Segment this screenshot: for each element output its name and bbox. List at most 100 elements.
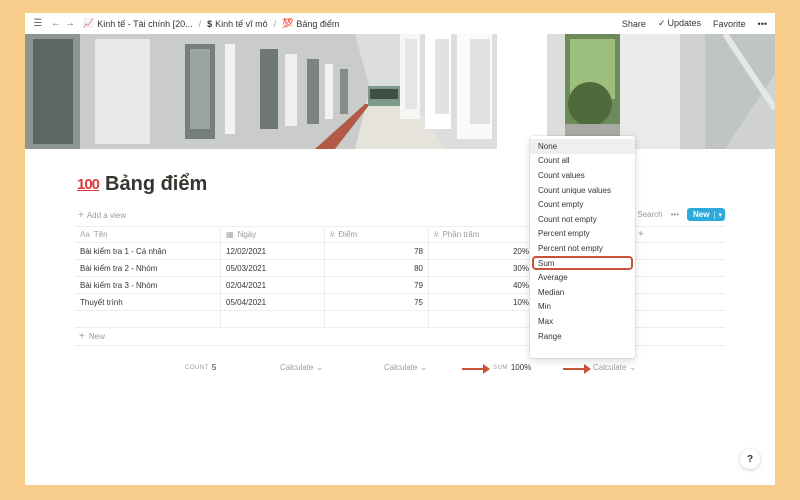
cell-percent[interactable]: 30% [429, 260, 535, 276]
top-bar: ☰ ← → 📈 Kinh tế - Tài chính [20... / $ K… [25, 13, 775, 34]
add-view-button[interactable]: + Add a view [78, 210, 126, 221]
cell-percent[interactable]: 10% [429, 294, 535, 310]
page-title-text[interactable]: Bảng điểm [105, 173, 207, 196]
menu-item-sum[interactable]: Sum [532, 255, 633, 271]
topbar-actions: Share ✓ Updates Favorite ••• [622, 18, 775, 29]
menu-item-count-unique-values[interactable]: Count unique values [530, 183, 635, 198]
menu-item-max[interactable]: Max [530, 314, 635, 329]
menu-item-average[interactable]: Average [530, 270, 635, 285]
column-label: Ngày [237, 230, 257, 239]
breadcrumb-separator: / [198, 18, 202, 29]
cell-date[interactable]: 05/03/2021 [221, 260, 325, 276]
breadcrumb-label: Bảng điểm [296, 18, 340, 29]
count-value: 5 [211, 363, 217, 372]
cell-name[interactable]: Bài kiểm tra 1 - Cá nhân [75, 243, 221, 259]
cell-empty[interactable] [221, 311, 325, 327]
favorite-button[interactable]: Favorite [713, 19, 746, 29]
cell-score[interactable]: 80 [325, 260, 429, 276]
page-title: 100 Bảng điểm [77, 173, 207, 196]
cell-date[interactable]: 02/04/2021 [221, 277, 325, 293]
updates-label: Updates [667, 18, 702, 28]
breadcrumb-item-finance[interactable]: 📈 Kinh tế - Tài chính [20... [83, 18, 193, 29]
menu-item-percent-not-empty[interactable]: Percent not empty [530, 241, 635, 256]
corridor-cover-illustration [25, 34, 775, 149]
menu-item-count-empty[interactable]: Count empty [530, 197, 635, 212]
menu-item-min[interactable]: Min [530, 300, 635, 315]
count-calculation[interactable]: COUNT 5 [185, 363, 216, 372]
menu-icon[interactable]: ☰ [31, 17, 45, 31]
add-column-button[interactable]: + [633, 227, 725, 242]
date-calculate-button[interactable]: Calculate ⌄ [280, 363, 323, 372]
dollar-icon: $ [207, 18, 213, 29]
cell-score[interactable]: 75 [325, 294, 429, 310]
menu-item-percent-empty[interactable]: Percent empty [530, 227, 635, 242]
menu-item-none[interactable]: None [530, 139, 635, 154]
plus-icon: + [79, 331, 85, 342]
cell-date[interactable]: 05/04/2021 [221, 294, 325, 310]
column-header-score[interactable]: # Điểm [325, 227, 429, 242]
new-label: New [693, 210, 710, 219]
red-arrow-icon [563, 364, 591, 374]
share-button[interactable]: Share [622, 19, 646, 29]
count-label: COUNT [185, 364, 209, 371]
cell-empty [633, 294, 725, 310]
column-header-percent[interactable]: # Phần trăm [429, 227, 535, 242]
red-arrow-icon [462, 364, 490, 374]
plus-icon: + [78, 210, 84, 221]
cell-empty [633, 260, 725, 276]
text-property-icon: Aa [80, 230, 90, 239]
calculate-label: Calculate [593, 363, 627, 372]
menu-item-range[interactable]: Range [530, 329, 635, 344]
add-view-label: Add a view [86, 211, 126, 220]
back-arrow-icon[interactable]: ← [49, 17, 63, 31]
cell-name[interactable]: Thuyết trình [75, 294, 221, 310]
number-icon: # [330, 230, 335, 239]
menu-item-count-not-empty[interactable]: Count not empty [530, 212, 635, 227]
plus-icon: + [638, 229, 644, 240]
chevron-down-icon: ⌄ [420, 363, 428, 372]
search-button[interactable]: ⌕ Search [631, 210, 663, 220]
cell-empty [633, 277, 725, 293]
cell-date[interactable]: 12/02/2021 [221, 243, 325, 259]
column-header-name[interactable]: Aa Tên [75, 227, 221, 242]
cell-empty[interactable] [429, 311, 535, 327]
calculation-row: COUNT 5 Calculate ⌄ Calculate ⌄ SUM 100%… [75, 363, 725, 375]
breadcrumb-item-macro[interactable]: $ Kinh tế vĩ mô [207, 19, 268, 29]
notion-window: ☰ ← → 📈 Kinh tế - Tài chính [20... / $ K… [25, 13, 775, 485]
column-label: Phần trăm [442, 230, 480, 239]
cell-percent[interactable]: 20% [429, 243, 535, 259]
calculate-label: Calculate [280, 363, 314, 372]
cell-empty [633, 243, 725, 259]
hundred-emoji-icon: 100 [77, 176, 100, 193]
extra-calculate-button[interactable]: Calculate ⌄ [593, 363, 636, 372]
cell-percent[interactable]: 40% [429, 277, 535, 293]
breadcrumb-item-scores[interactable]: 💯 Bảng điểm [282, 18, 339, 29]
sum-calculation[interactable]: SUM 100% [493, 363, 531, 372]
cell-empty[interactable] [325, 311, 429, 327]
cell-name[interactable]: Bài kiểm tra 3 - Nhóm [75, 277, 221, 293]
cell-score[interactable]: 78 [325, 243, 429, 259]
breadcrumb-label: Kinh tế - Tài chính [20... [97, 18, 193, 29]
chevron-down-icon: ⌄ [629, 363, 637, 372]
database-toolbar: ⌕ Search ••• New ▾ [631, 208, 725, 221]
menu-item-count-values[interactable]: Count values [530, 168, 635, 183]
cell-empty[interactable] [75, 311, 221, 327]
add-row-label: New [88, 332, 105, 341]
cover-image [25, 34, 775, 149]
calendar-icon: ▦ [226, 230, 234, 239]
menu-item-count-all[interactable]: Count all [530, 154, 635, 169]
more-options-button[interactable]: ••• [758, 19, 767, 29]
menu-item-median[interactable]: Median [530, 285, 635, 300]
column-label: Điểm [338, 230, 358, 239]
toolbar-more-button[interactable]: ••• [671, 210, 679, 219]
new-button[interactable]: New ▾ [687, 208, 725, 221]
column-header-date[interactable]: ▦ Ngày [221, 227, 325, 242]
cell-name[interactable]: Bài kiểm tra 2 - Nhóm [75, 260, 221, 276]
updates-button[interactable]: ✓ Updates [658, 18, 701, 29]
cell-score[interactable]: 79 [325, 277, 429, 293]
score-calculate-button[interactable]: Calculate ⌄ [384, 363, 427, 372]
forward-arrow-icon[interactable]: → [63, 17, 77, 31]
help-button[interactable]: ? [740, 449, 760, 469]
chevron-down-icon[interactable]: ▾ [714, 210, 725, 219]
sum-label: SUM [493, 364, 508, 371]
